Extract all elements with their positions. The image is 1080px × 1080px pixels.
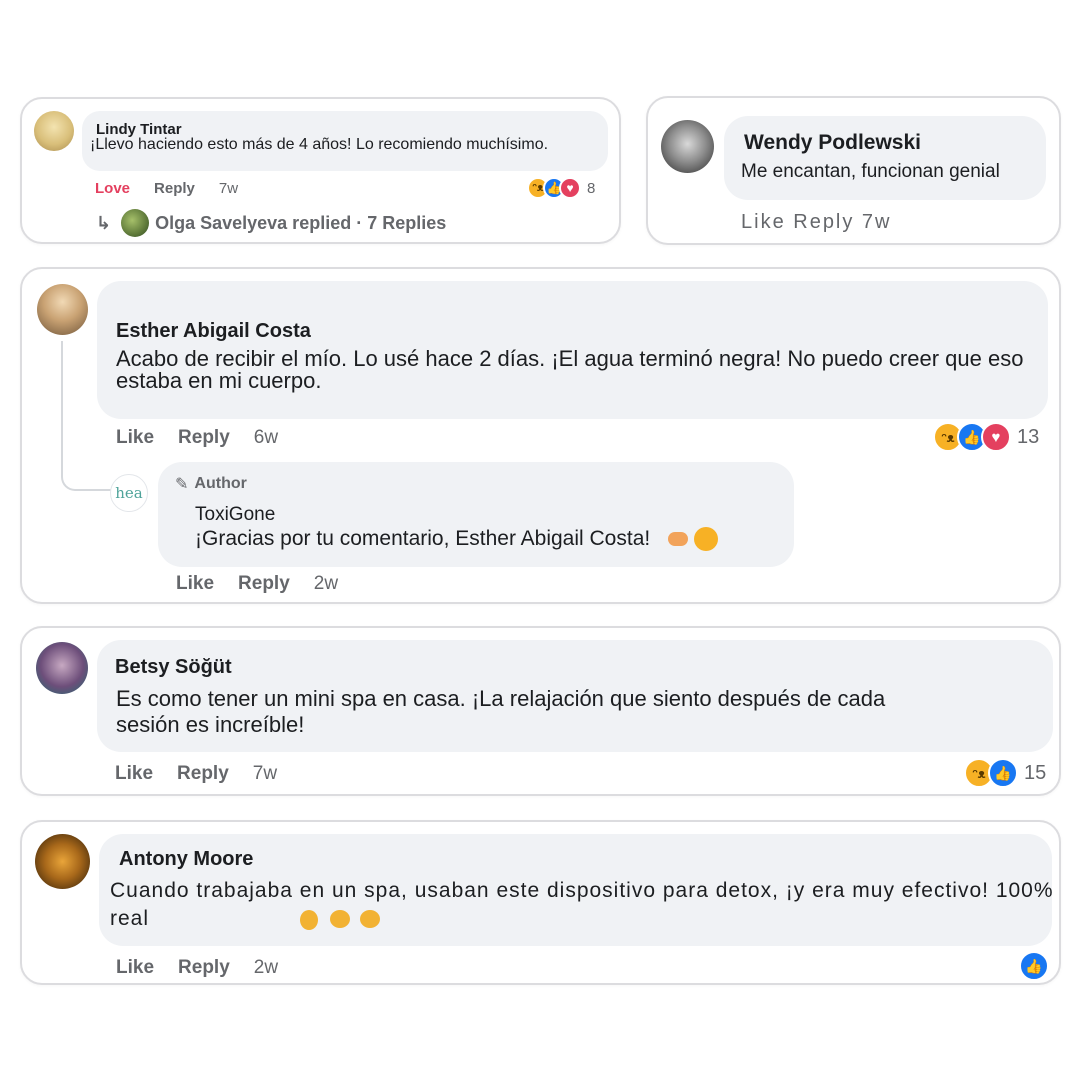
emoji-row	[300, 910, 380, 930]
like-button[interactable]: Like	[116, 957, 154, 979]
reply-actions: Like Reply 2w	[176, 573, 362, 595]
fist-emoji-icon	[360, 910, 380, 928]
avatar[interactable]	[661, 120, 714, 173]
love-icon: ♥	[981, 422, 1011, 452]
commenter-name[interactable]: Wendy Podlewski	[744, 131, 921, 155]
timestamp: 7w	[252, 763, 278, 784]
avatar	[121, 209, 150, 237]
comment-card: Wendy Podlewski Me encantan, funcionan g…	[646, 96, 1061, 245]
comment-actions: Like Reply 2w	[116, 957, 302, 979]
comment-actions: Like Reply 6w	[116, 427, 302, 449]
comment-actions: Love Reply 7w	[95, 180, 262, 197]
comment-text: ¡Llevo haciendo esto más de 4 años! Lo r…	[90, 136, 549, 153]
timestamp: 2w	[253, 957, 279, 978]
comment-text: Es como tener un mini spa en casa. ¡La r…	[116, 686, 886, 737]
author-badge-label: Author	[194, 475, 247, 492]
avatar[interactable]	[37, 284, 88, 335]
reply-button[interactable]: Reply	[177, 763, 229, 785]
love-icon: ♥	[559, 177, 581, 199]
replies-summary: Olga Savelyeva replied · 7 Replies	[155, 212, 447, 233]
avatar[interactable]	[36, 642, 88, 694]
timestamp: 7w	[218, 180, 239, 197]
reply-button[interactable]: Reply	[178, 957, 230, 979]
reaction-summary[interactable]: 👍	[1019, 951, 1049, 981]
comment-text: Cuando trabajaba en un spa, usaban este …	[110, 879, 1054, 930]
comment-actions[interactable]: Like Reply 7w	[741, 211, 892, 234]
comment-text: Acabo de recibir el mío. Lo usé hace 2 d…	[116, 346, 1024, 393]
replies-link[interactable]: ↳ Olga Savelyeva replied · 7 Replies	[96, 209, 446, 237]
reply-text: ¡Gracias por tu comentario, Esther Abiga…	[195, 527, 651, 550]
comment-card: Lindy Tintar ¡Llevo haciendo esto más de…	[20, 97, 621, 244]
smile-emoji-icon	[694, 527, 719, 551]
like-button[interactable]: Like	[176, 573, 214, 595]
like-icon: 👍	[1019, 951, 1049, 981]
timestamp: 2w	[313, 573, 339, 594]
thumbs-up-emoji-icon	[330, 910, 350, 928]
author-badge: ✎ Author	[175, 474, 247, 494]
comment-text: Me encantan, funcionan genial	[741, 161, 1000, 182]
like-button[interactable]: Like	[115, 763, 153, 785]
reaction-count: 15	[1024, 761, 1047, 784]
comment-card: Esther Abigail Costa Acabo de recibir el…	[20, 267, 1061, 604]
comment-card: Betsy Söğüt Es como tener un mini spa en…	[20, 626, 1061, 796]
comment-card: Antony Moore Cuando trabajaba en un spa,…	[20, 820, 1061, 985]
thumbs-up-emoji-icon	[300, 910, 318, 930]
avatar[interactable]	[35, 834, 90, 889]
reply-button[interactable]: Reply	[154, 180, 195, 197]
like-button[interactable]: Like	[116, 427, 154, 449]
pen-icon: ✎	[175, 476, 189, 493]
avatar-text: hea	[115, 484, 143, 502]
reaction-summary[interactable]: ᵔᴥ 👍 ♥ 8	[527, 177, 595, 199]
timestamp: 6w	[253, 427, 279, 448]
comment-actions: Like Reply 7w	[115, 763, 301, 785]
reply-text-row: ¡Gracias por tu comentario, Esther Abiga…	[195, 527, 719, 551]
reaction-summary[interactable]: ᵔᴥ 👍 15	[964, 758, 1046, 788]
reply-author[interactable]: ToxiGone	[195, 504, 275, 526]
love-action[interactable]: Love	[95, 180, 130, 197]
avatar[interactable]: hea	[110, 474, 148, 512]
reply-button[interactable]: Reply	[238, 573, 290, 595]
commenter-name[interactable]: Antony Moore	[119, 848, 253, 871]
commenter-name[interactable]: Esther Abigail Costa	[116, 320, 311, 343]
reaction-count: 13	[1017, 425, 1040, 448]
like-icon: 👍	[988, 758, 1018, 788]
avatar[interactable]	[34, 111, 74, 151]
reply-arrow-icon: ↳	[96, 212, 112, 233]
comment-bubble	[724, 116, 1046, 200]
reaction-count: 8	[587, 179, 596, 197]
clap-emoji-icon	[668, 532, 689, 546]
reply-button[interactable]: Reply	[178, 427, 230, 449]
commenter-name[interactable]: Betsy Söğüt	[115, 656, 232, 679]
reaction-summary[interactable]: ᵔᴥ 👍 ♥ 13	[933, 422, 1039, 452]
